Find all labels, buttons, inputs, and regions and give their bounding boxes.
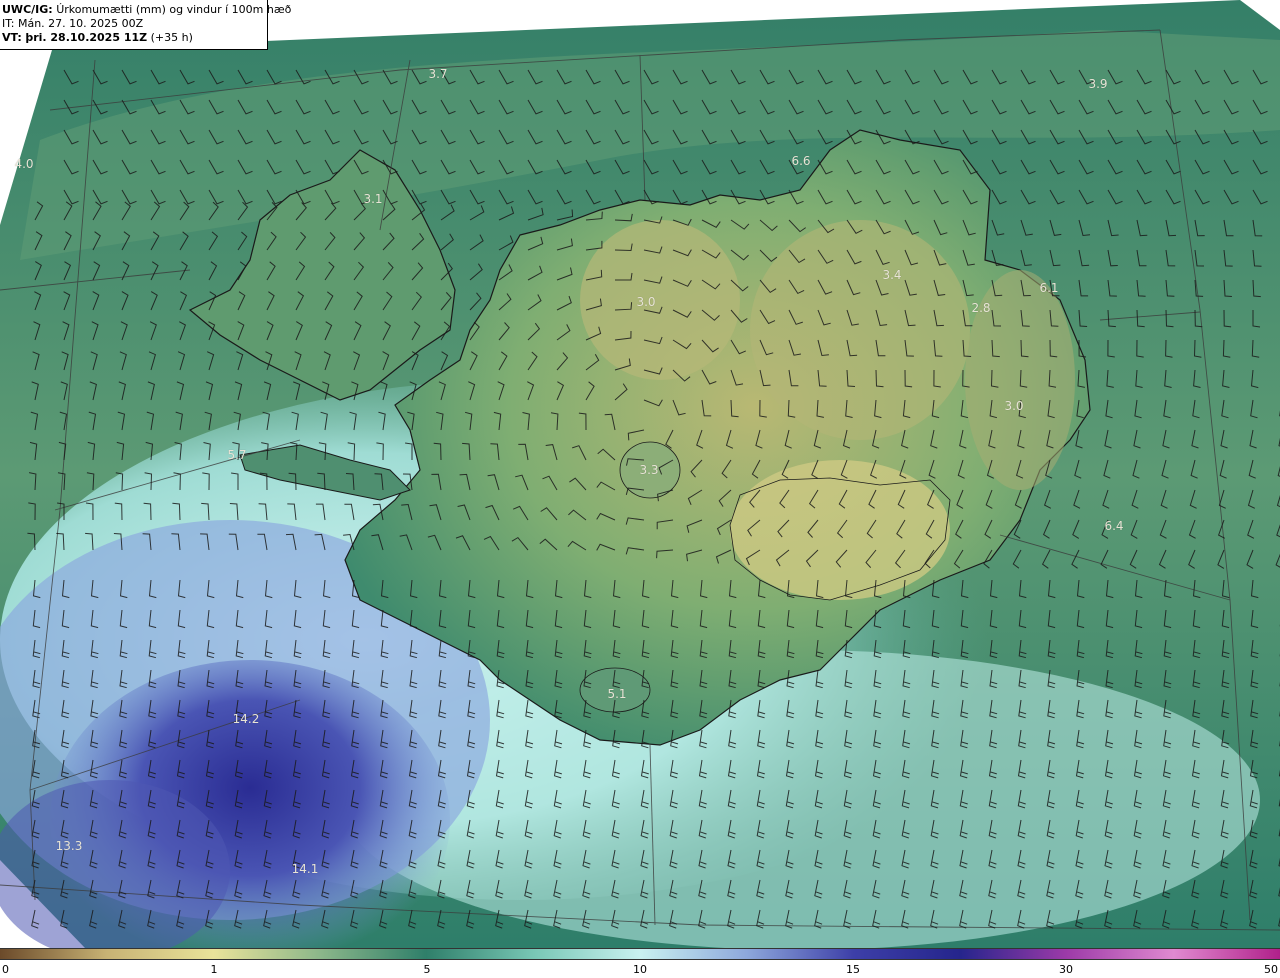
precip-value: 3.0 xyxy=(636,295,656,309)
colorbar-tick: 1 xyxy=(210,963,218,976)
colorbar-tick: 50 xyxy=(1264,963,1278,976)
map-info-box: UWC/IG: Úrkomumætti (mm) og vindur í 100… xyxy=(0,0,291,50)
precip-value: 3.7 xyxy=(428,67,448,81)
model-label: UWC/IG: xyxy=(2,3,53,16)
forecast-offset: (+35 h) xyxy=(150,31,193,44)
precip-value: 13.3 xyxy=(55,839,83,853)
colorbar-strip xyxy=(0,948,1280,960)
precip-value: 3.3 xyxy=(639,463,659,477)
precip-value: 5.1 xyxy=(607,687,627,701)
precip-value: 5.7 xyxy=(227,448,247,462)
precip-value: 6.4 xyxy=(1104,519,1124,533)
precip-value: 3.9 xyxy=(1088,77,1108,91)
map-title: Úrkomumætti (mm) og vindur í 100m hæð xyxy=(56,3,292,16)
precip-value: 4.0 xyxy=(14,157,34,171)
precip-value: 3.0 xyxy=(1004,399,1024,413)
precip-value: 14.1 xyxy=(291,862,319,876)
weather-map: 3.7 3.9 4.0 6.6 3.1 3.4 6.1 3.0 2.8 3.0 … xyxy=(0,0,1280,948)
valid-time-label: VT: xyxy=(2,31,22,44)
precip-value: 2.8 xyxy=(971,301,991,315)
precip-value: 6.1 xyxy=(1039,281,1059,295)
colorbar-tick: 0 xyxy=(2,963,9,976)
valid-time: þri. 28.10.2025 11Z xyxy=(25,31,148,44)
colorbar-tick: 30 xyxy=(1059,963,1073,976)
colorbar-tick: 10 xyxy=(633,963,647,976)
init-time: IT: Mán. 27. 10. 2025 00Z xyxy=(2,17,144,30)
colorbar-tick: 5 xyxy=(423,963,431,976)
colorbar-tick: 15 xyxy=(846,963,860,976)
precip-value: 3.1 xyxy=(363,192,383,206)
precip-value: 3.4 xyxy=(882,268,902,282)
precip-colorbar: 0 1 5 10 15 30 50 xyxy=(0,948,1280,978)
precip-value: 14.2 xyxy=(232,712,260,726)
precip-value: 6.6 xyxy=(791,154,811,168)
